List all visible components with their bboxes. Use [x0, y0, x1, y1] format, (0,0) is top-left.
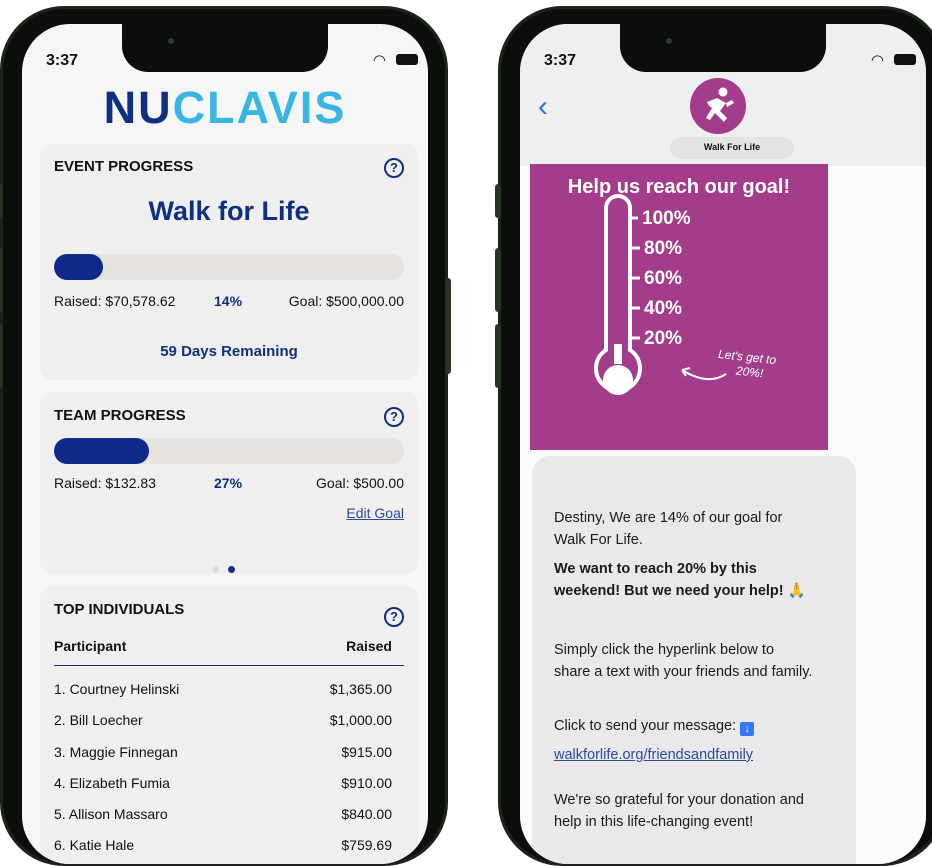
status-time: 3:37	[544, 52, 577, 69]
battery-icon	[396, 54, 418, 65]
participant-raised: $759.69	[341, 837, 392, 853]
nuclavis-logo: NUCLAVIS	[22, 82, 428, 134]
logo-part-2: CLAVIS	[172, 82, 347, 133]
participant-name: 1. Courtney Helinski	[54, 681, 180, 697]
event-progress-title: EVENT PROGRESS	[54, 158, 194, 175]
message-paragraph-4-text: Click to send your message:	[554, 718, 737, 734]
table-row: 5. Allison Massaro $840.00	[54, 806, 392, 828]
participant-name: 2. Bill Loecher	[54, 712, 143, 728]
participant-raised: $1,000.00	[329, 712, 392, 728]
level-label: 60%	[644, 268, 683, 289]
status-time: 3:37	[46, 52, 79, 69]
front-camera	[168, 38, 174, 44]
table-row: 1. Courtney Helinski $1,365.00	[54, 681, 392, 703]
message-paragraph-3: Simply click the hyperlink below to shar…	[554, 642, 813, 680]
question-icon[interactable]: ?	[384, 158, 404, 178]
poster-annotation-line2: 20%!	[735, 363, 765, 381]
team-progress-title: TEAM PROGRESS	[54, 407, 186, 424]
volume-down-button	[0, 324, 3, 388]
message-bubble: Destiny, We are 14% of our goal for Walk…	[532, 456, 856, 864]
logo-part-1: NU	[103, 82, 173, 133]
battery-icon	[894, 54, 916, 65]
participant-raised: $840.00	[341, 806, 392, 822]
event-goal: Goal: $500,000.00	[288, 293, 404, 309]
team-raised: Raised: $132.83	[54, 475, 156, 491]
team-percent: 27%	[214, 475, 243, 491]
event-progress-fill	[54, 254, 103, 280]
event-raised: Raised: $70,578.62	[54, 293, 176, 309]
message-paragraph-5: We're so grateful for your donation and …	[554, 792, 804, 830]
event-progress-bar	[54, 254, 404, 280]
question-icon[interactable]: ?	[384, 607, 404, 627]
level-label: 80%	[644, 238, 683, 259]
team-progress-card[interactable]: TEAM PROGRESS ? Raised: $132.83 27% Goal…	[40, 392, 418, 574]
message-paragraph-2: We want to reach 20% by this weekend! Bu…	[554, 559, 814, 602]
contact-name: Walk For Life	[703, 142, 761, 152]
wifi-icon: ◠	[870, 52, 884, 69]
level-label: 100%	[642, 208, 691, 229]
page-dot-1[interactable]	[212, 566, 219, 573]
message-paragraph-2-text: We want to reach 20% by this weekend! Bu…	[554, 561, 784, 599]
share-link[interactable]: walkforlife.org/friendsandfamily	[554, 745, 814, 767]
right-phone-frame: 3:37 ◠ ‹ Walk For Life Help us reach our…	[495, 6, 932, 866]
power-button	[445, 278, 451, 374]
event-name: Walk for Life	[148, 196, 310, 226]
contact-avatar[interactable]	[690, 78, 746, 134]
top-individuals-card: TOP INDIVIDUALS ? Participant Raised 1. …	[40, 586, 418, 864]
team-progress-bar	[54, 438, 404, 464]
event-progress-card: EVENT PROGRESS ? Walk for Life Raised: $…	[40, 144, 418, 380]
messages-app: 3:37 ◠ ‹ Walk For Life Help us reach our…	[520, 24, 926, 864]
mute-switch	[0, 184, 3, 218]
table-row: 2. Bill Loecher $1,000.00	[54, 712, 392, 734]
right-screen: 3:37 ◠ ‹ Walk For Life Help us reach our…	[520, 24, 926, 864]
notch	[122, 24, 328, 72]
volume-down-button	[495, 324, 501, 388]
level-label: 20%	[644, 328, 683, 349]
message-paragraph-4: Click to send your message: ↓	[554, 716, 814, 738]
volume-up-button	[495, 248, 501, 312]
participant-name: 4. Elizabeth Fumia	[54, 775, 170, 791]
page-dot-2[interactable]	[228, 566, 235, 573]
volume-up-button	[0, 248, 3, 312]
top-individuals-title: TOP INDIVIDUALS	[54, 601, 185, 618]
left-phone-frame: 3:37 ◠ NUCLAVIS EVENT PROGRESS ? Walk fo…	[0, 6, 451, 866]
table-row: 3. Maggie Finnegan $915.00	[54, 744, 392, 766]
notch	[620, 24, 826, 72]
down-arrow-icon: ↓	[740, 722, 755, 736]
column-header-raised: Raised	[346, 638, 392, 654]
left-screen: 3:37 ◠ NUCLAVIS EVENT PROGRESS ? Walk fo…	[22, 24, 428, 864]
page-indicator[interactable]	[212, 560, 244, 578]
days-remaining: 59 Days Remaining	[160, 343, 298, 360]
participant-name: 3. Maggie Finnegan	[54, 744, 178, 760]
participant-raised: $1,365.00	[329, 681, 392, 697]
team-goal: Goal: $500.00	[316, 475, 404, 491]
wifi-icon: ◠	[372, 52, 386, 69]
participant-raised: $910.00	[341, 775, 392, 791]
participant-name: 5. Allison Massaro	[54, 806, 168, 822]
praying-hands-icon: 🙏	[787, 582, 806, 599]
column-header-participant: Participant	[54, 638, 127, 654]
contact-name-pill[interactable]: Walk For Life	[670, 137, 794, 159]
message-paragraph-1: Destiny, We are 14% of our goal for Walk…	[554, 510, 783, 548]
participant-name: 6. Katie Hale	[54, 837, 135, 853]
front-camera	[666, 38, 672, 44]
table-row: 6. Katie Hale $759.69	[54, 837, 392, 859]
level-label: 40%	[644, 298, 683, 319]
chevron-left-icon[interactable]: ‹	[538, 90, 548, 124]
table-row: 4. Elizabeth Fumia $910.00	[54, 775, 392, 797]
goal-poster-image[interactable]: Help us reach our goal! 100% 80% 60% 40%	[530, 164, 828, 450]
event-percent: 14%	[214, 293, 243, 309]
edit-goal-link[interactable]: Edit Goal	[346, 505, 404, 521]
mute-switch	[495, 184, 501, 218]
runner-icon	[706, 87, 734, 122]
header-divider	[54, 665, 404, 666]
participant-raised: $915.00	[341, 744, 392, 760]
question-icon[interactable]: ?	[384, 407, 404, 427]
team-progress-fill	[54, 438, 149, 464]
fundraising-app: 3:37 ◠ NUCLAVIS EVENT PROGRESS ? Walk fo…	[22, 24, 428, 864]
